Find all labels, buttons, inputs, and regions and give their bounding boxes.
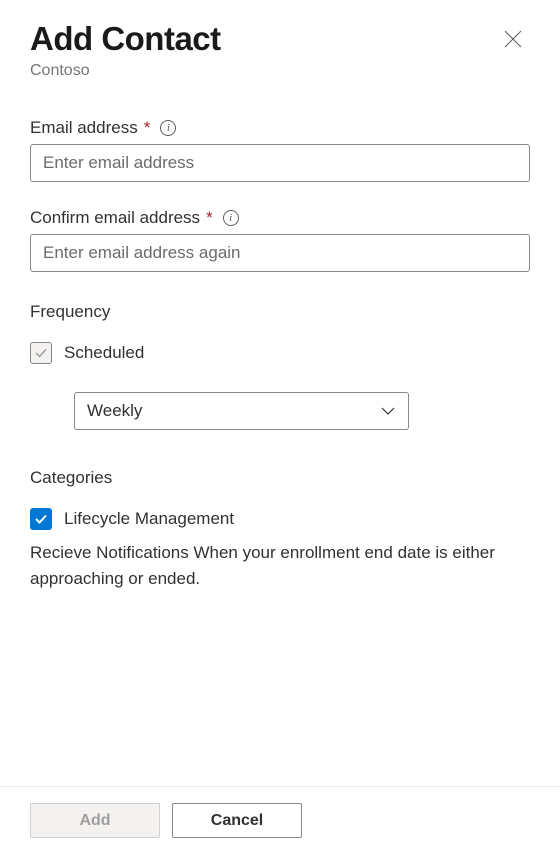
email-input[interactable] [30, 144, 530, 182]
confirm-email-label: Confirm email address [30, 208, 200, 228]
required-indicator: * [206, 208, 213, 228]
info-icon[interactable]: i [160, 120, 176, 136]
frequency-select-value: Weekly [87, 401, 142, 421]
lifecycle-label: Lifecycle Management [64, 509, 234, 529]
frequency-select[interactable]: Weekly [74, 392, 409, 430]
close-button[interactable] [496, 22, 530, 56]
checkmark-icon [34, 512, 48, 526]
required-indicator: * [144, 118, 151, 138]
chevron-down-icon [380, 403, 396, 419]
lifecycle-description: Recieve Notifications When your enrollme… [30, 540, 530, 591]
email-label: Email address [30, 118, 138, 138]
confirm-email-input[interactable] [30, 234, 530, 272]
frequency-label: Frequency [30, 302, 530, 322]
lifecycle-checkbox[interactable] [30, 508, 52, 530]
scheduled-label: Scheduled [64, 343, 144, 363]
categories-label: Categories [30, 468, 530, 488]
page-subtitle: Contoso [30, 62, 221, 80]
scheduled-checkbox [30, 342, 52, 364]
checkmark-icon [34, 346, 48, 360]
info-icon[interactable]: i [223, 210, 239, 226]
add-button[interactable]: Add [30, 803, 160, 838]
page-title: Add Contact [30, 20, 221, 58]
cancel-button[interactable]: Cancel [172, 803, 302, 838]
close-icon [504, 30, 522, 48]
